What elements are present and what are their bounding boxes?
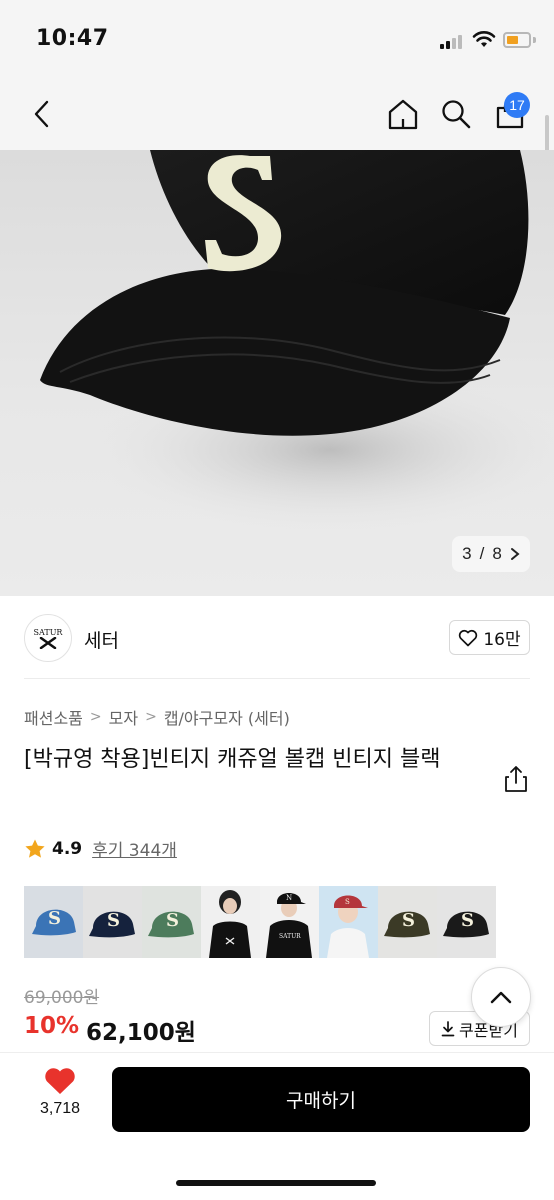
- product-image[interactable]: [0, 150, 554, 596]
- discount-rate: 10%: [24, 1013, 80, 1039]
- image-counter-total: 8: [492, 544, 502, 563]
- thumbnail-model-red-cap[interactable]: S: [319, 886, 378, 958]
- breadcrumb-item[interactable]: 캡/야구모자 (세터): [164, 705, 290, 729]
- search-button[interactable]: [436, 94, 476, 134]
- navy-cap-thumbnail: S: [89, 910, 135, 938]
- divider: [24, 678, 530, 679]
- svg-text:S: S: [402, 910, 415, 931]
- home-indicator: [176, 1180, 376, 1186]
- svg-text:SATUR: SATUR: [279, 933, 301, 940]
- wishlist-count: 3,718: [39, 1100, 81, 1117]
- back-button[interactable]: [22, 94, 62, 134]
- model-black-cap-thumbnail: N SATUR: [266, 893, 312, 958]
- cart-count-badge: 17: [504, 92, 530, 118]
- chevron-up-icon: [490, 991, 512, 1004]
- svg-text:S: S: [107, 910, 120, 931]
- chevron-left-icon: [34, 100, 49, 128]
- black-cap-thumbnail: S: [443, 910, 489, 938]
- image-counter-separator: /: [479, 544, 485, 563]
- green-cap-thumbnail: S: [148, 910, 194, 938]
- svg-text:N: N: [286, 894, 292, 902]
- battery-tip: [533, 37, 536, 43]
- svg-text:S: S: [48, 908, 61, 929]
- shop-like-button[interactable]: 16만: [449, 620, 530, 655]
- scroll-to-top-button[interactable]: [471, 967, 531, 1027]
- wishlist-button[interactable]: 3,718: [30, 1066, 90, 1128]
- shop-like-count: 16만: [483, 630, 521, 650]
- review-count-link[interactable]: 후기 344개: [92, 836, 177, 861]
- breadcrumb-chevron-icon: >: [89, 709, 102, 725]
- chevron-right-icon: [510, 548, 520, 560]
- shop-name[interactable]: 세터: [84, 626, 119, 653]
- rating-score: 4.9: [52, 838, 83, 859]
- star-icon: [25, 839, 45, 858]
- original-price: 69,000원: [24, 988, 100, 1008]
- thumbnail-blue-cap[interactable]: S: [24, 886, 83, 958]
- thumbnail-olive-cap[interactable]: S: [378, 886, 437, 958]
- model-black-tee-thumbnail: [209, 890, 251, 958]
- svg-text:S: S: [166, 910, 179, 931]
- status-bar: 10:47: [0, 0, 554, 80]
- svg-text:S: S: [461, 910, 474, 931]
- thumbnail-black-cap[interactable]: S: [437, 886, 496, 958]
- buy-button[interactable]: 구매하기: [112, 1067, 530, 1132]
- download-icon: [441, 1020, 455, 1036]
- shop-logo[interactable]: SATUR: [24, 614, 72, 662]
- svg-text:S: S: [345, 898, 350, 906]
- shop-row[interactable]: SATUR 세터 16만: [0, 598, 554, 678]
- thumbnail-green-cap[interactable]: S: [142, 886, 201, 958]
- blue-cap-thumbnail: S: [32, 908, 76, 936]
- wifi-icon: [472, 31, 496, 47]
- heart-filled-icon: [45, 1068, 75, 1094]
- thumbnail-strip: S S S N SATUR S S S: [24, 886, 496, 958]
- breadcrumb: 패션소품 > 모자 > 캡/야구모자 (세터): [24, 705, 290, 729]
- shop-logo-text: SATUR: [33, 627, 63, 637]
- breadcrumb-chevron-icon: >: [145, 709, 157, 725]
- model-red-cap-thumbnail: S: [327, 895, 369, 958]
- image-counter-current: 3: [462, 544, 472, 563]
- home-button[interactable]: [383, 94, 423, 134]
- search-icon: [442, 100, 471, 129]
- crossed-bones-icon: [39, 636, 57, 649]
- heart-outline-icon: [459, 629, 478, 646]
- thumbnail-model-black-tee[interactable]: [201, 886, 260, 958]
- status-time: 10:47: [36, 26, 109, 51]
- breadcrumb-item[interactable]: 패션소품: [24, 705, 83, 729]
- product-title: [박규영 착용]빈티지 캐쥬얼 볼캡 빈티지 블랙: [24, 747, 441, 772]
- thumbnail-navy-cap[interactable]: S: [83, 886, 142, 958]
- rating-row: 4.9 후기 344개: [24, 836, 177, 861]
- thumbnail-model-black-cap[interactable]: N SATUR: [260, 886, 319, 958]
- image-counter[interactable]: 3 / 8: [452, 536, 530, 572]
- nav-bar: [0, 80, 554, 150]
- breadcrumb-item[interactable]: 모자: [109, 705, 138, 729]
- home-icon: [388, 99, 418, 130]
- battery-icon: [503, 32, 531, 48]
- olive-cap-thumbnail: S: [384, 910, 430, 938]
- cellular-signal-icon: [440, 35, 466, 49]
- share-icon[interactable]: [500, 763, 532, 795]
- cap-photo: [40, 150, 554, 530]
- sale-price: 62,100원: [86, 1020, 196, 1046]
